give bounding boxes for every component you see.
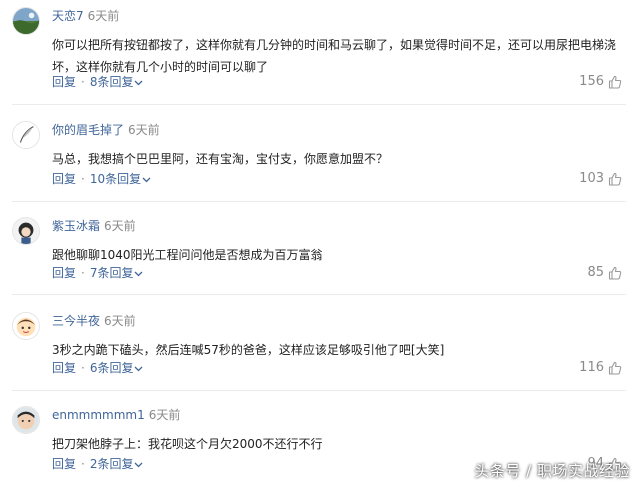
watermark: 头条号 / 职场实战经验 bbox=[474, 462, 630, 480]
comment-divider bbox=[12, 390, 626, 391]
comment-footer: 回复 · 7条回复 85 bbox=[52, 264, 622, 282]
like-button[interactable]: 85 bbox=[587, 264, 622, 282]
comment-header: 三今半夜 6天前 bbox=[52, 313, 136, 329]
chevron-down-icon bbox=[135, 271, 143, 276]
reply-button[interactable]: 回复 bbox=[52, 75, 76, 89]
username[interactable]: 天恋7 bbox=[52, 9, 84, 23]
chevron-down-icon bbox=[135, 366, 143, 371]
user-avatar[interactable] bbox=[12, 121, 40, 149]
view-replies-button[interactable]: 10条回复 bbox=[90, 172, 151, 186]
comment-time: 6天前 bbox=[87, 9, 120, 23]
replies-count-label: 7条回复 bbox=[89, 266, 134, 280]
username[interactable]: 三今半夜 bbox=[52, 314, 100, 328]
view-replies-button[interactable]: 6条回复 bbox=[90, 361, 144, 375]
comment-divider bbox=[12, 104, 626, 105]
like-count: 156 bbox=[579, 74, 604, 89]
separator-dot: · bbox=[81, 75, 85, 89]
separator-dot: · bbox=[81, 266, 85, 280]
feather-avatar-icon bbox=[13, 122, 39, 148]
comment-footer: 回复 · 10条回复 103 bbox=[52, 170, 622, 188]
separator-dot: · bbox=[81, 172, 85, 186]
view-replies-button[interactable]: 2条回复 bbox=[90, 457, 144, 471]
landscape-avatar-icon bbox=[13, 8, 39, 34]
comment-text: 跟他聊聊1040阳光工程问问他是否想成为百万富翁 bbox=[52, 248, 323, 262]
comment-text: 马总，我想搞个巴巴里阿，还有宝淘，宝付支，你愿意加盟不？ bbox=[52, 152, 389, 166]
user-avatar[interactable] bbox=[12, 7, 40, 35]
reply-button[interactable]: 回复 bbox=[52, 361, 76, 375]
like-count: 85 bbox=[587, 265, 604, 280]
comment-text: 你可以把所有按钮都按了，这样你就有几分钟的时间和马云聊了，如果觉得时间不足，还可… bbox=[52, 38, 617, 74]
comment-divider bbox=[12, 294, 626, 295]
comment-text: 3秒之内跪下磕头，然后连喊57秒的爸爸，这样应该足够吸引他了吧[大笑] bbox=[52, 343, 445, 357]
reply-button[interactable]: 回复 bbox=[52, 172, 76, 186]
user-avatar[interactable] bbox=[12, 312, 40, 340]
like-count: 116 bbox=[579, 360, 604, 375]
like-button[interactable]: 156 bbox=[579, 73, 622, 91]
username[interactable]: enmmmmmm1 bbox=[52, 408, 145, 422]
replies-count-label: 2条回复 bbox=[89, 457, 134, 471]
like-button[interactable]: 103 bbox=[579, 170, 622, 188]
like-button[interactable]: 116 bbox=[579, 359, 622, 377]
comment-time: 6天前 bbox=[104, 219, 136, 233]
chevron-down-icon bbox=[135, 462, 143, 467]
cartoon-avatar-icon bbox=[13, 313, 39, 339]
separator-dot: · bbox=[81, 457, 85, 471]
reply-button[interactable]: 回复 bbox=[52, 457, 76, 471]
chevron-down-icon bbox=[142, 177, 151, 182]
comment-footer: 回复 · 6条回复 116 bbox=[52, 359, 622, 377]
chevron-down-icon bbox=[135, 80, 143, 85]
comment-time: 6天前 bbox=[104, 314, 136, 328]
view-replies-button[interactable]: 8条回复 bbox=[90, 75, 144, 89]
username[interactable]: 紫玉冰霜 bbox=[52, 219, 100, 233]
comment-header: 紫玉冰霜 6天前 bbox=[52, 218, 136, 234]
thumbs-up-icon bbox=[608, 361, 622, 375]
thumbs-up-icon bbox=[608, 75, 622, 89]
replies-count-label: 8条回复 bbox=[89, 75, 134, 89]
comment-time: 6天前 bbox=[128, 123, 160, 137]
comment-time: 6天前 bbox=[148, 408, 181, 422]
comment-divider bbox=[12, 201, 626, 202]
comment-header: enmmmmmm1 6天前 bbox=[52, 407, 180, 423]
replies-count-label: 6条回复 bbox=[89, 361, 134, 375]
comment-footer: 回复 · 8条回复 156 bbox=[52, 73, 622, 91]
separator-dot: · bbox=[81, 361, 85, 375]
comment-header: 你的眉毛掉了 6天前 bbox=[52, 122, 160, 138]
like-count: 103 bbox=[579, 171, 604, 186]
comment-header: 天恋7 6天前 bbox=[52, 8, 119, 24]
user-avatar[interactable] bbox=[12, 406, 40, 434]
comment-text: 把刀架他脖子上：我花呗这个月欠2000不还行不行 bbox=[52, 437, 323, 451]
reply-button[interactable]: 回复 bbox=[52, 266, 76, 280]
thumbs-up-icon bbox=[608, 172, 622, 186]
thumbs-up-icon bbox=[608, 266, 622, 280]
view-replies-button[interactable]: 7条回复 bbox=[90, 266, 144, 280]
username[interactable]: 你的眉毛掉了 bbox=[52, 123, 124, 137]
character-avatar-icon bbox=[13, 218, 39, 244]
user-avatar[interactable] bbox=[12, 217, 40, 245]
face-avatar-icon bbox=[13, 407, 39, 433]
replies-count-label: 10条回复 bbox=[89, 172, 142, 186]
